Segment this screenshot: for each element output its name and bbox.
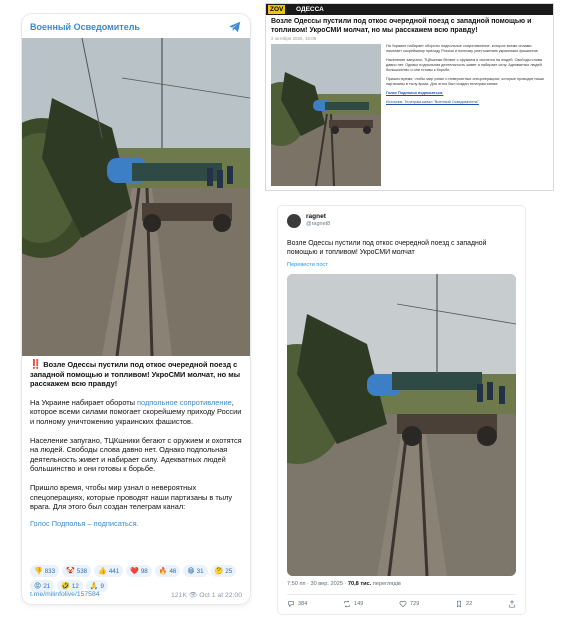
reaction-count: 538 xyxy=(76,567,88,575)
views-label: переглядів xyxy=(371,581,401,587)
author-name[interactable]: ragnet xyxy=(306,213,326,220)
article-photo xyxy=(271,44,381,186)
grin-icon: 😁 xyxy=(187,567,195,575)
thinking-icon: 🤔 xyxy=(214,567,224,575)
paragraph-2: Население запугано, ТЦКшники бегают с ор… xyxy=(30,435,242,474)
reaction-chip[interactable]: 👎 833 xyxy=(30,565,60,577)
post-photo[interactable] xyxy=(287,274,516,576)
action-bar: 384 149 729 22 xyxy=(287,600,516,608)
repost-icon xyxy=(344,600,350,608)
views-count: 121K xyxy=(171,592,187,599)
bookmark-icon xyxy=(457,600,461,608)
share-button[interactable] xyxy=(508,600,516,608)
rofl-icon: 🤣 xyxy=(61,582,70,590)
reactions-bar: 👎 833 🤡 538 👍 441 ❤️ 98 🔥 46 😁 31 🤔 25 😡 21 🤣 12 … xyxy=(30,565,242,592)
reaction-chip[interactable]: 😁 31 xyxy=(183,565,208,577)
reaction-count: 46 xyxy=(169,567,177,575)
reaction-count: 31 xyxy=(196,567,204,575)
angry-icon: 😡 xyxy=(34,582,42,590)
reaction-count: 21 xyxy=(43,582,51,590)
article-title: Возле Одессы пустили под откос очередной… xyxy=(271,18,532,34)
reaction-count: 98 xyxy=(140,567,148,575)
site-header-bar: ZOV ОДЕССА xyxy=(266,4,553,15)
share-icon xyxy=(509,600,515,608)
reaction-count: 25 xyxy=(225,567,233,575)
post-date: Oct 1 at 22:00 xyxy=(199,592,242,599)
article-date: 2 октября 2025, 15:09 xyxy=(271,36,317,41)
divider xyxy=(287,594,516,595)
post-meta: 7:50 пп · 30 вер. 2025 · 70,8 тис. перег… xyxy=(287,581,401,587)
article-paragraph-3: Пришло время, чтобы мир узнал о невероят… xyxy=(386,77,544,86)
channel-name[interactable]: Военный Осведомитель xyxy=(30,22,140,32)
article-paragraph-2: Население запугано, ТЦКшники бегают с ор… xyxy=(386,58,542,72)
heart-icon xyxy=(399,601,407,608)
reaction-chip[interactable]: 👍 441 xyxy=(94,565,124,577)
telegram-post-card: Военный Осведомитель ‼️ Возле Одессы пус… xyxy=(22,14,250,604)
reaction-chip[interactable]: 🤔 25 xyxy=(210,565,237,577)
post-url-link[interactable]: t.me/milinfolive/157584 xyxy=(30,591,100,599)
double-exclamation-icon: ‼️ xyxy=(30,359,42,369)
site-logo[interactable]: ZOV xyxy=(268,5,286,14)
subscribe-link[interactable]: Голос Подполья – подписаться. xyxy=(30,519,242,529)
reaction-chip[interactable]: 🔥 46 xyxy=(154,565,181,577)
paragraph-3: Пришло время, чтобы мир узнал о невероят… xyxy=(30,482,233,512)
post-headline: Возле Одессы пустили под откос очередной… xyxy=(30,360,241,389)
city-section-label[interactable]: ОДЕССА xyxy=(296,5,324,14)
reply-button[interactable]: 384 xyxy=(287,600,307,608)
reaction-count: 9 xyxy=(100,582,104,590)
heart-icon: ❤️ xyxy=(130,567,139,575)
article-body: На Украине набирает обороты подпольное с… xyxy=(386,44,546,109)
repost-button[interactable]: 149 xyxy=(343,600,363,608)
post-text: Возле Одессы пустили под откос очередной… xyxy=(287,240,487,256)
pray-icon: 🙏 xyxy=(89,582,99,590)
avatar[interactable] xyxy=(287,214,301,228)
fire-icon: 🔥 xyxy=(158,567,168,575)
reaction-count: 833 xyxy=(44,567,56,575)
clown-icon: 🤡 xyxy=(66,567,75,575)
reply-count: 384 xyxy=(298,601,308,607)
author-handle[interactable]: @ragnet8 xyxy=(306,221,330,227)
reaction-count: 12 xyxy=(71,582,79,590)
like-count: 729 xyxy=(410,601,420,607)
post-time: 7:50 пп · 30 вер. 2025 · xyxy=(287,581,348,587)
reaction-chip[interactable]: 🤡 538 xyxy=(62,565,92,577)
post-footer: t.me/milinfolive/157584 121K 👁 Oct 1 at … xyxy=(30,591,242,599)
reply-icon xyxy=(288,601,294,608)
news-article-card: ZOV ОДЕССА Возле Одессы пустили под отко… xyxy=(266,4,553,190)
reaction-chip[interactable]: ❤️ 98 xyxy=(126,565,152,577)
bookmark-button[interactable]: 22 xyxy=(455,600,472,608)
thumbs-up-icon: 👍 xyxy=(98,567,107,575)
article-paragraph-1: На Украине набирает обороты подпольное с… xyxy=(386,44,539,53)
article-source-link[interactable]: Источник: Телеграм-канал "Военный Осведо… xyxy=(386,100,546,105)
underground-resistance-link[interactable]: подпольное сопротивление xyxy=(137,398,232,407)
paragraph-1-start: На Украине набирает обороты xyxy=(30,397,138,407)
translate-post-link[interactable]: Перевести пост xyxy=(287,262,328,268)
derailed-train-photo[interactable] xyxy=(22,38,250,356)
x-post-card: ragnet @ragnet8 Возле Одессы пустили под… xyxy=(278,206,525,614)
like-button[interactable]: 729 xyxy=(399,600,419,608)
post-text: ‼️ Возле Одессы пустили под откос очеред… xyxy=(30,359,242,537)
article-subscribe-link[interactable]: Голос Подполья подписаться. xyxy=(386,91,546,96)
thumbs-down-icon: 👎 xyxy=(34,567,43,575)
views-count: 70,8 тис. xyxy=(347,581,372,587)
reaction-count: 441 xyxy=(108,567,120,575)
repost-count: 149 xyxy=(354,601,364,607)
eye-icon: 👁 xyxy=(188,592,198,599)
telegram-plane-icon[interactable] xyxy=(228,20,242,34)
bookmark-count: 22 xyxy=(466,601,473,607)
